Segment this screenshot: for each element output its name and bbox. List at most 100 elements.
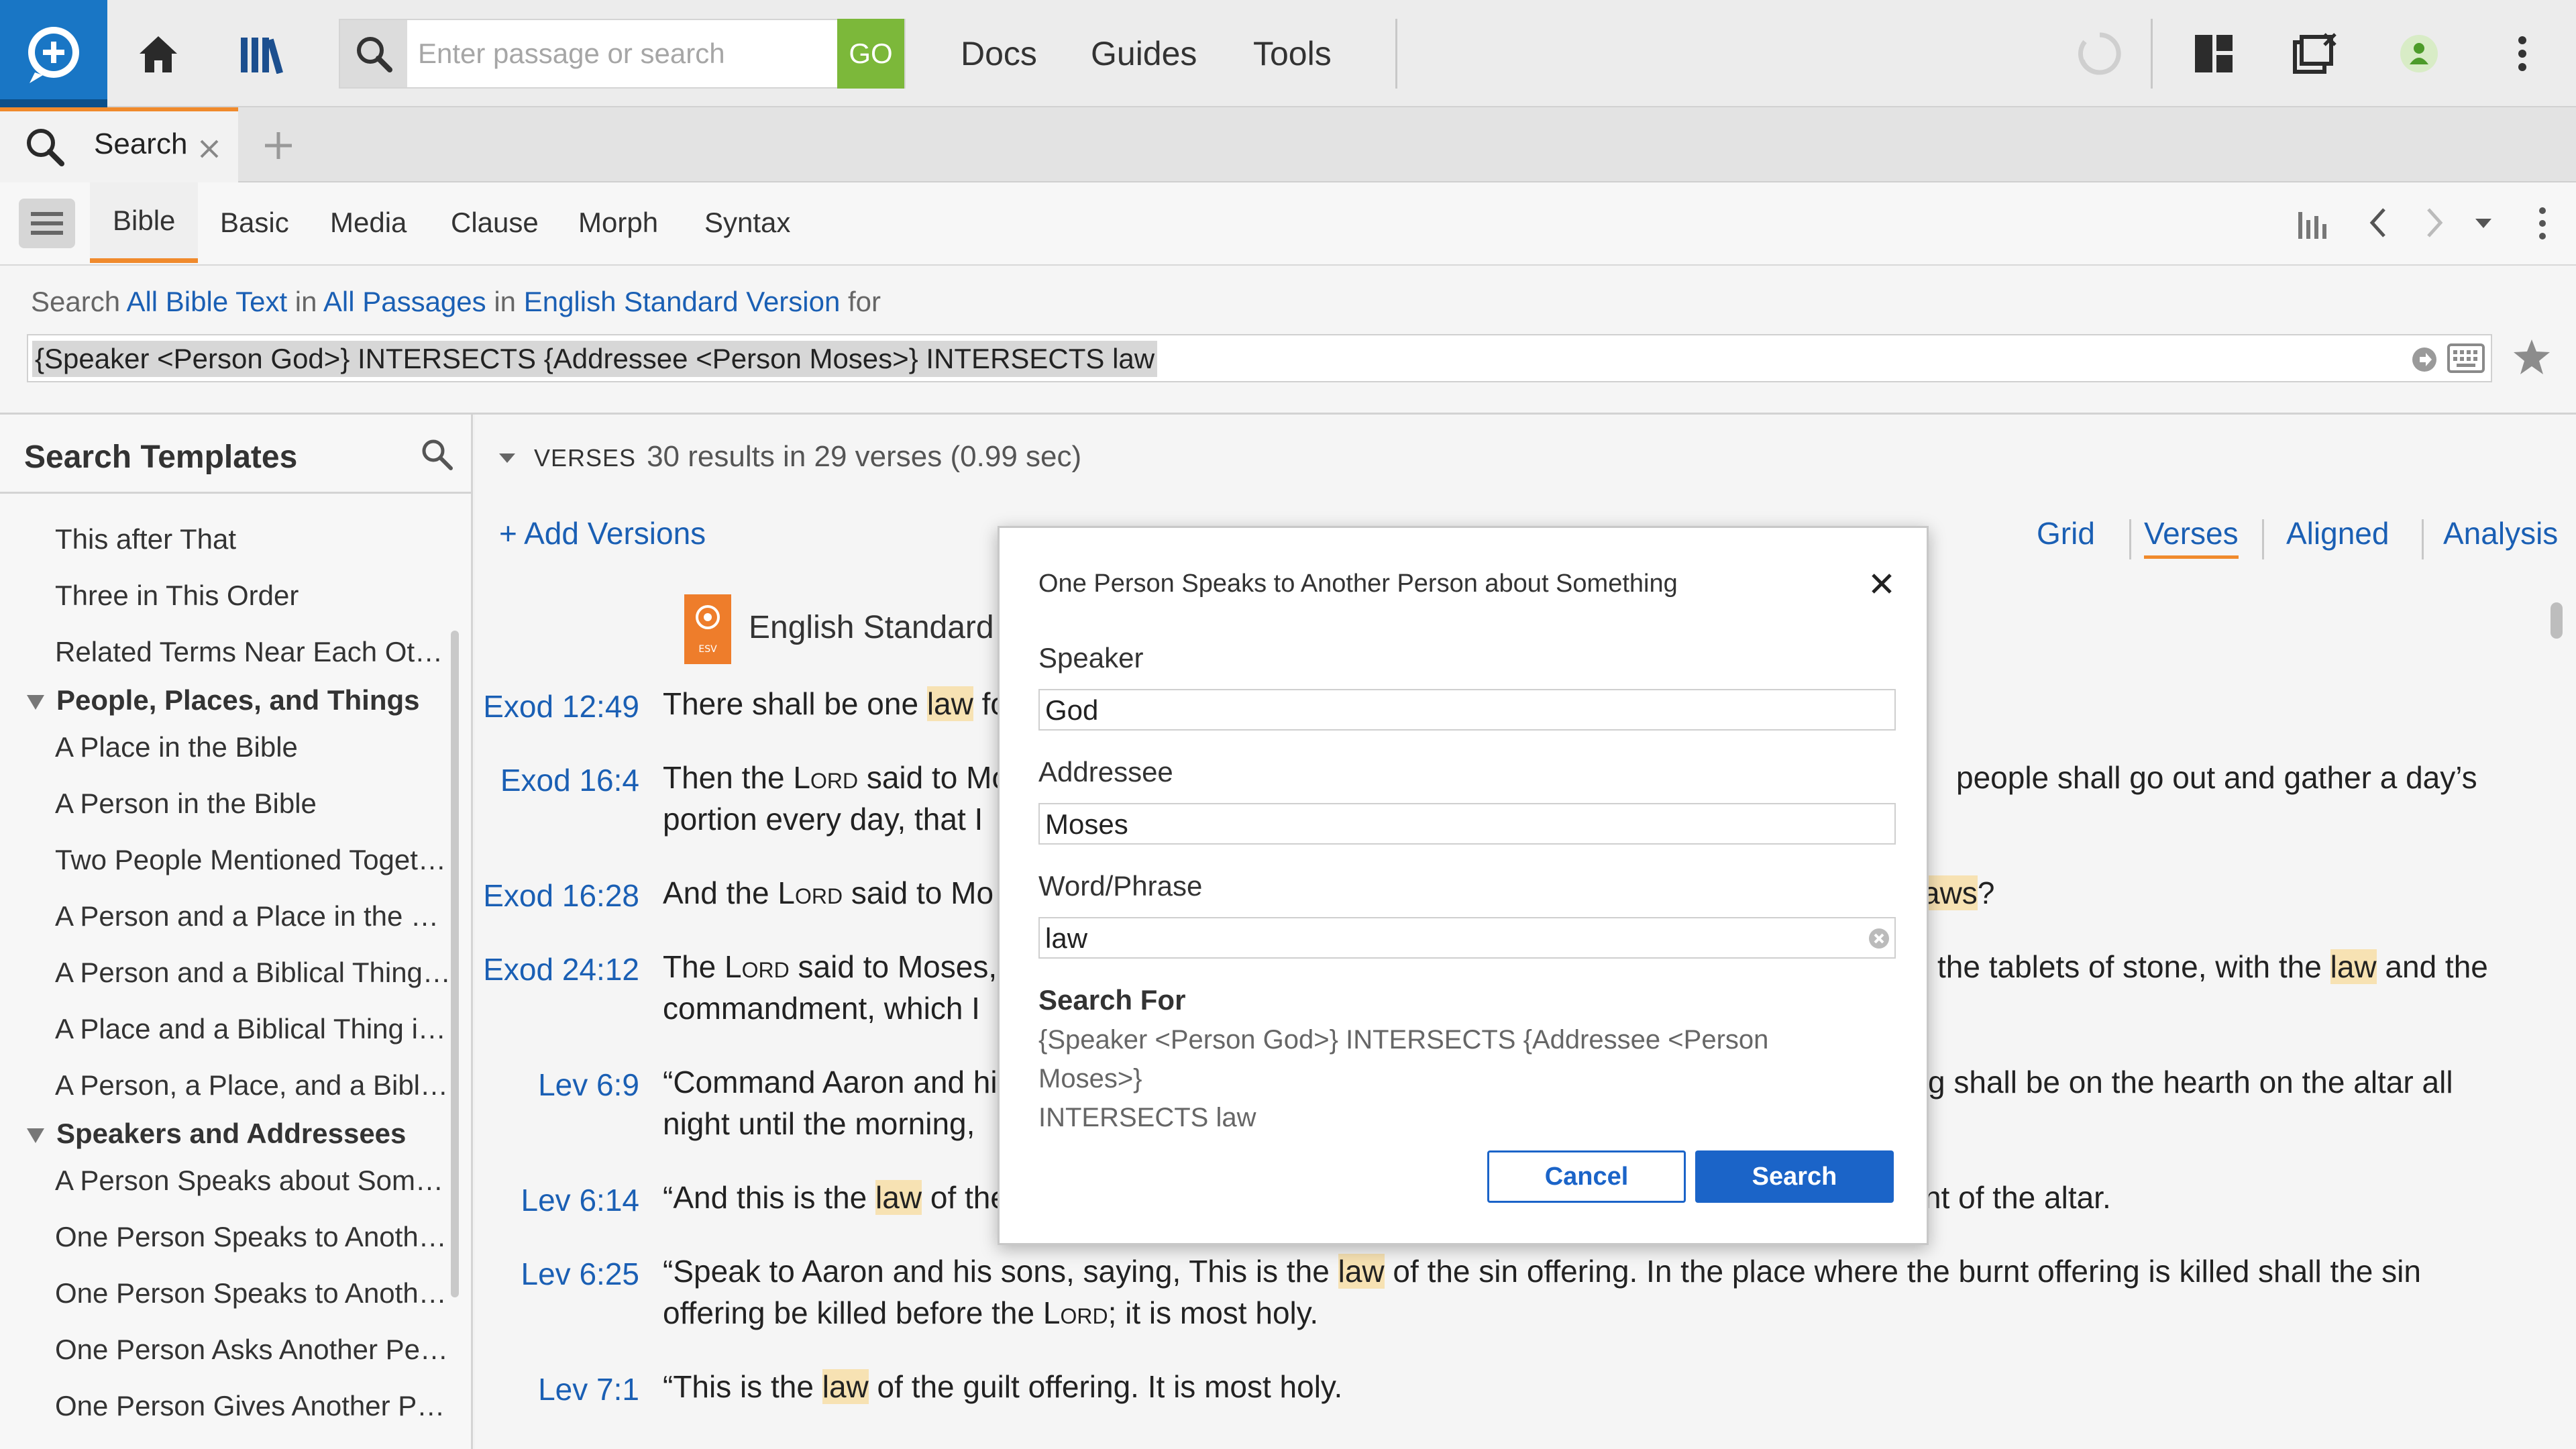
tab-morph[interactable]: Morph bbox=[578, 182, 658, 263]
add-versions-link[interactable]: + Add Versions bbox=[499, 515, 706, 551]
scope-search-word: Search bbox=[31, 286, 121, 317]
templates-scrollbar[interactable] bbox=[451, 631, 459, 1297]
close-tab-icon[interactable] bbox=[199, 138, 220, 160]
template-item[interactable]: One Person Asks Another Person bbox=[55, 1334, 451, 1366]
verse-text: “Command Aaron and hi g shall be on the h… bbox=[663, 1065, 2453, 1141]
view-analysis[interactable]: Analysis bbox=[2443, 515, 2558, 551]
user-avatar-icon[interactable] bbox=[2379, 0, 2459, 107]
home-icon[interactable] bbox=[118, 0, 199, 107]
expand-triangle-icon[interactable] bbox=[27, 1128, 44, 1143]
cancel-button[interactable]: Cancel bbox=[1487, 1150, 1686, 1203]
search-for-line-2: INTERSECTS law bbox=[1038, 1103, 1256, 1132]
main-toolbar: GO Docs Guides Tools bbox=[0, 0, 2576, 107]
speaker-field[interactable]: God bbox=[1038, 689, 1896, 731]
view-verses[interactable]: Verses bbox=[2144, 515, 2239, 559]
run-search-icon[interactable] bbox=[2411, 346, 2438, 373]
close-panels-icon[interactable] bbox=[2275, 0, 2356, 107]
scope-in-word-2: in bbox=[494, 286, 517, 317]
results-summary[interactable]: VERSES 30 results in 29 verses (0.99 sec) bbox=[498, 440, 1081, 474]
go-button[interactable]: GO bbox=[837, 19, 904, 89]
back-icon[interactable] bbox=[2368, 207, 2388, 239]
passage-search-input[interactable] bbox=[418, 20, 820, 87]
template-dialog: One Person Speaks to Another Person abou… bbox=[998, 526, 1929, 1245]
template-item[interactable]: A Person in the Bible bbox=[55, 788, 451, 820]
templates-search-icon[interactable] bbox=[420, 437, 453, 471]
verse-ref[interactable]: Exod 16:28 bbox=[475, 877, 639, 914]
menu-guides[interactable]: Guides bbox=[1091, 0, 1197, 107]
library-icon[interactable] bbox=[221, 0, 302, 107]
menu-tools[interactable]: Tools bbox=[1253, 0, 1332, 107]
search-for-label: Search For bbox=[1038, 984, 1186, 1016]
addressee-label: Addressee bbox=[1038, 756, 1173, 788]
collapse-triangle-icon[interactable] bbox=[498, 452, 517, 464]
templates-header: Search Templates bbox=[0, 415, 473, 494]
panel-menu-icon[interactable] bbox=[19, 199, 75, 248]
verses-label: VERSES bbox=[534, 444, 637, 472]
template-item[interactable]: A Place in the Bible bbox=[55, 731, 451, 763]
template-item[interactable]: A Person Speaks about Something bbox=[55, 1165, 451, 1197]
tab-bible[interactable]: Bible bbox=[90, 182, 199, 263]
verse-text: There shall be one law fo bbox=[663, 686, 1008, 721]
verse-text: And the Lord said to Mo aws? bbox=[663, 875, 1995, 910]
panel-more-icon[interactable] bbox=[2537, 205, 2548, 241]
favorite-star-icon[interactable] bbox=[2512, 338, 2551, 376]
verse-ref[interactable]: Lev 7:1 bbox=[475, 1371, 639, 1407]
tab-media[interactable]: Media bbox=[330, 182, 407, 263]
verse-ref[interactable]: Exod 12:49 bbox=[475, 688, 639, 724]
search-icon[interactable] bbox=[340, 20, 407, 87]
template-item[interactable]: Related Terms Near Each Other bbox=[55, 636, 451, 668]
clear-field-icon[interactable] bbox=[1868, 927, 1890, 950]
history-dropdown-icon[interactable] bbox=[2474, 217, 2493, 229]
scope-in-word: in bbox=[294, 286, 317, 317]
scope-for-word: for bbox=[848, 286, 881, 317]
template-group[interactable]: People, Places, and Things bbox=[27, 684, 420, 716]
word-phrase-field[interactable]: law bbox=[1038, 917, 1896, 959]
close-icon[interactable] bbox=[1865, 567, 1898, 600]
keyboard-icon[interactable] bbox=[2447, 343, 2485, 373]
view-grid[interactable]: Grid bbox=[2037, 515, 2095, 551]
verse-ref[interactable]: Lev 6:9 bbox=[475, 1067, 639, 1103]
view-aligned[interactable]: Aligned bbox=[2286, 515, 2389, 551]
query-text[interactable]: {Speaker <Person God>} INTERSECTS {Addre… bbox=[32, 341, 1158, 377]
verse-ref[interactable]: Lev 6:25 bbox=[475, 1256, 639, 1292]
tab-label: Search bbox=[94, 127, 188, 160]
toolbar-divider-2 bbox=[2151, 19, 2153, 89]
tab-clause[interactable]: Clause bbox=[451, 182, 539, 263]
verse-ref[interactable]: Exod 16:4 bbox=[475, 762, 639, 798]
template-item[interactable]: Three in This Order bbox=[55, 580, 451, 612]
tab-syntax[interactable]: Syntax bbox=[704, 182, 790, 263]
logos-logo-icon[interactable] bbox=[0, 0, 107, 107]
template-item[interactable]: A Place and a Biblical Thing in the Same… bbox=[55, 1013, 451, 1045]
addressee-field[interactable]: Moses bbox=[1038, 803, 1896, 845]
menu-docs[interactable]: Docs bbox=[961, 0, 1037, 107]
tab-search[interactable]: Search bbox=[0, 107, 238, 182]
scope-passages-link[interactable]: All Passages bbox=[323, 286, 486, 317]
verse-ref[interactable]: Exod 24:12 bbox=[475, 951, 639, 987]
layouts-icon[interactable] bbox=[2174, 0, 2254, 107]
tab-bar: Search bbox=[0, 107, 2576, 182]
query-input[interactable]: {Speaker <Person God>} INTERSECTS {Addre… bbox=[27, 334, 2492, 382]
template-item[interactable]: A Person and a Biblical Thing in the Sam… bbox=[55, 957, 451, 989]
sync-icon[interactable] bbox=[2059, 0, 2140, 107]
search-button[interactable]: Search bbox=[1695, 1150, 1894, 1203]
scope-version-link[interactable]: English Standard Version bbox=[524, 286, 841, 317]
template-item[interactable]: A Person, a Place, and a Biblical Thing bbox=[55, 1069, 451, 1102]
template-item[interactable]: One Person Gives Another Person a Comman… bbox=[55, 1390, 451, 1422]
template-item[interactable]: A Person and a Place in the Same Verse bbox=[55, 900, 451, 932]
more-icon[interactable] bbox=[2482, 0, 2563, 107]
template-item[interactable]: This after That bbox=[55, 523, 451, 555]
new-tab-icon[interactable] bbox=[263, 130, 294, 161]
forward-icon[interactable] bbox=[2424, 207, 2445, 239]
template-item[interactable]: Two People Mentioned Together bbox=[55, 844, 451, 876]
scope-content-link[interactable]: All Bible Text bbox=[126, 286, 287, 317]
template-item[interactable]: One Person Speaks to Another Person abou… bbox=[55, 1277, 451, 1309]
results-scrollbar[interactable] bbox=[2551, 602, 2563, 639]
speaker-value: God bbox=[1045, 694, 1099, 726]
word-phrase-label: Word/Phrase bbox=[1038, 870, 1203, 902]
analysis-chart-icon[interactable] bbox=[2297, 207, 2332, 239]
tab-basic[interactable]: Basic bbox=[220, 182, 289, 263]
expand-triangle-icon[interactable] bbox=[27, 694, 44, 710]
template-group[interactable]: Speakers and Addressees bbox=[27, 1118, 406, 1150]
verse-ref[interactable]: Lev 6:14 bbox=[475, 1182, 639, 1218]
template-item[interactable]: One Person Speaks to Another Person bbox=[55, 1221, 451, 1253]
